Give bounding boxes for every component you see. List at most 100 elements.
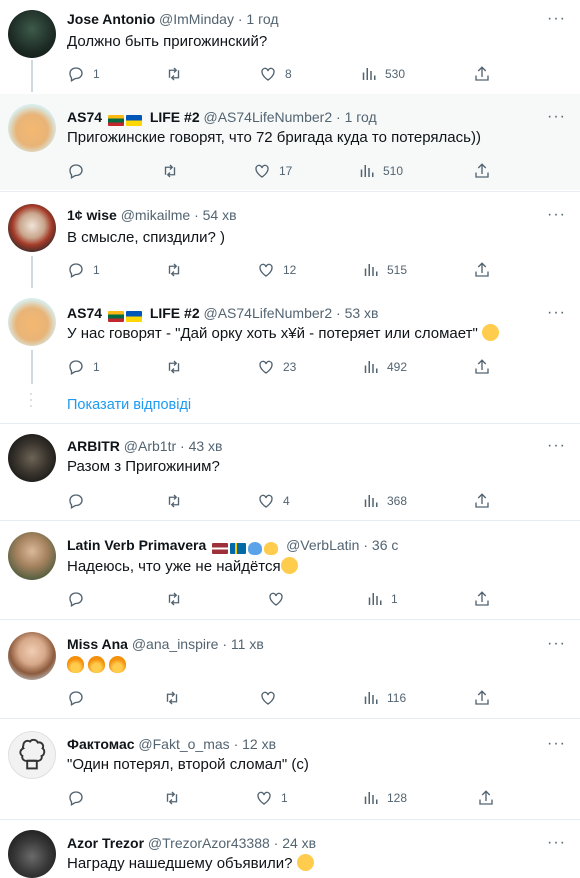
views-icon [364,691,378,704]
timestamp[interactable]: 1 год [246,11,278,27]
timestamp[interactable]: 11 хв [231,636,264,652]
retweet-button[interactable] [165,490,191,510]
display-name[interactable]: ARBITR [67,438,120,454]
share-button[interactable] [473,63,491,83]
display-name[interactable]: Miss Ana [67,636,128,652]
timestamp[interactable]: 36 с [372,537,398,553]
retweet-button[interactable] [165,63,191,83]
reply-button[interactable]: 1 [67,356,100,376]
display-name[interactable]: Фактомас [67,736,135,752]
reply-button[interactable]: 1 [67,63,100,83]
tweet[interactable]: Latin Verb Primavera @VerbLatin · 36 с Н… [0,521,580,619]
views-button[interactable]: 1 [365,588,398,608]
avatar[interactable] [8,104,56,152]
like-button[interactable] [259,687,285,707]
like-button[interactable] [267,588,293,608]
retweet-button[interactable] [165,588,191,608]
views-button[interactable]: 128 [361,787,407,807]
timestamp[interactable]: 1 год [345,109,377,125]
reply-button[interactable] [67,160,93,180]
handle[interactable]: @mikailme [121,207,190,223]
more-icon[interactable]: ··· [547,207,566,223]
share-button[interactable] [473,259,491,279]
display-name[interactable]: Jose Antonio [67,11,155,27]
timestamp[interactable]: 24 хв [282,835,316,851]
tweet[interactable]: AS74 LIFE #2 @AS74LifeNumber2 · 53 хв ··… [0,288,580,384]
reply-button[interactable] [67,490,93,510]
tweet[interactable]: Jose Antonio @ImMinday · 1 год ··· Должн… [0,0,580,92]
avatar[interactable] [8,204,56,252]
timestamp[interactable]: 54 хв [203,207,237,223]
handle[interactable]: @Fakt_o_mas [138,736,229,752]
show-replies-link[interactable]: Показати відповіді [67,396,191,414]
display-name-suffix[interactable]: LIFE #2 [150,305,200,321]
tweet[interactable]: Фактомас @Fakt_o_mas · 12 хв ··· "Один п… [0,719,580,819]
handle[interactable]: @VerbLatin [286,537,359,553]
avatar[interactable] [8,632,56,680]
handle[interactable]: @AS74LifeNumber2 [204,109,333,125]
retweet-button[interactable] [165,259,191,279]
tweet[interactable]: Azor Trezor @TrezorAzor43388 · 24 хв ···… [0,820,580,878]
display-name[interactable]: Azor Trezor [67,835,144,851]
reply-button[interactable] [67,687,93,707]
timestamp[interactable]: 43 хв [189,438,223,454]
tweet[interactable]: ARBITR @Arb1tr · 43 хв ··· Разом з Приго… [0,424,580,520]
like-button[interactable]: 8 [259,63,292,83]
views-button[interactable]: 116 [361,687,406,707]
retweet-button[interactable] [165,356,191,376]
share-button[interactable] [473,687,491,707]
share-button[interactable] [473,588,491,608]
share-button[interactable] [473,356,491,376]
like-button[interactable]: 4 [257,490,290,510]
tweet-header: 1¢ wise @mikailme · 54 хв [67,207,237,223]
retweet-button[interactable] [163,787,189,807]
views-button[interactable]: 368 [361,490,407,510]
reply-button[interactable] [67,787,93,807]
more-icon[interactable]: ··· [547,736,566,752]
rofl-emoji-icon [481,324,499,341]
like-button[interactable]: 23 [257,356,296,376]
more-icon[interactable]: ··· [547,636,566,652]
handle[interactable]: @ana_inspire [132,636,219,652]
retweet-button[interactable] [161,160,187,180]
handle[interactable]: @AS74LifeNumber2 [204,305,333,321]
avatar[interactable] [8,434,56,482]
display-name[interactable]: AS74 [67,109,102,125]
views-button[interactable]: 492 [361,356,407,376]
share-button[interactable] [473,160,491,180]
more-icon[interactable]: ··· [547,835,566,851]
tweet[interactable]: 1¢ wise @mikailme · 54 хв ··· В смысле, … [0,192,580,288]
timestamp[interactable]: 53 хв [345,305,379,321]
views-button[interactable]: 515 [361,259,407,279]
handle[interactable]: @Arb1tr [124,438,176,454]
views-button[interactable]: 510 [357,160,403,180]
retweet-button[interactable] [163,687,189,707]
share-button[interactable] [477,787,495,807]
avatar[interactable] [8,298,56,346]
tweet[interactable]: Miss Ana @ana_inspire · 11 хв ··· 116 [0,620,580,718]
display-name[interactable]: Latin Verb Primavera [67,537,206,553]
more-icon[interactable]: ··· [547,305,566,321]
avatar[interactable] [8,731,56,779]
timestamp[interactable]: 12 хв [242,736,276,752]
avatar[interactable] [8,532,56,580]
more-icon[interactable]: ··· [547,11,566,27]
more-icon[interactable]: ··· [547,109,566,125]
handle[interactable]: @TrezorAzor43388 [148,835,270,851]
tweet[interactable]: AS74 LIFE #2 @AS74LifeNumber2 · 1 год ··… [0,94,580,190]
share-button[interactable] [473,490,491,510]
like-button[interactable]: 1 [255,787,288,807]
reply-button[interactable] [67,588,93,608]
like-button[interactable]: 12 [257,259,296,279]
display-name[interactable]: AS74 [67,305,102,321]
flag-ukraine-icon [125,114,142,126]
avatar[interactable] [8,830,56,878]
like-button[interactable]: 17 [253,160,292,180]
views-button[interactable]: 530 [359,63,405,83]
display-name[interactable]: 1¢ wise [67,207,117,223]
handle[interactable]: @ImMinday [159,11,234,27]
display-name-suffix[interactable]: LIFE #2 [150,109,200,125]
avatar[interactable] [8,10,56,58]
more-icon[interactable]: ··· [547,438,566,454]
reply-button[interactable]: 1 [67,259,100,279]
